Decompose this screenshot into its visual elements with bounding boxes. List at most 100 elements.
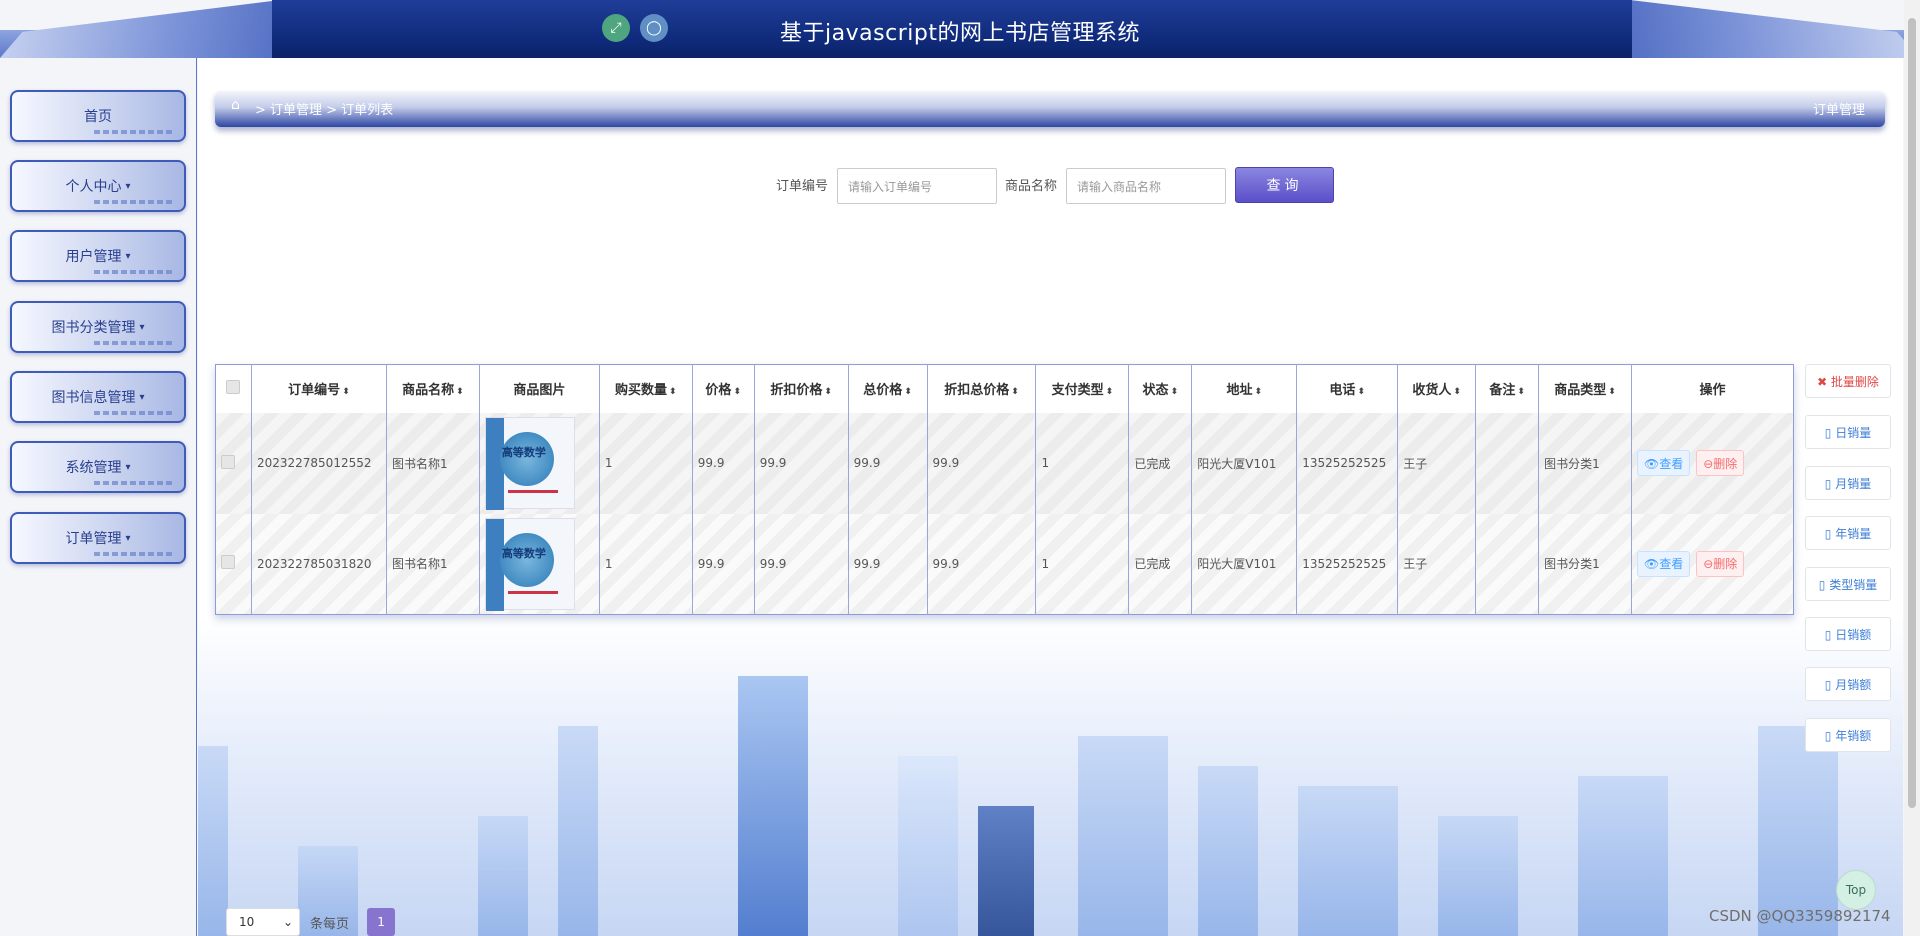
sidebar-item-system[interactable]: 系统管理 ▾ (10, 441, 186, 493)
sidebar: 首页 个人中心 ▾ 用户管理 ▾ 图书分类管理 ▾ 图书信息管理 ▾ 系统管理 ▾ 订单管… (0, 58, 197, 936)
col-header[interactable]: 商品名称 ⬍ (385, 364, 480, 413)
building (898, 756, 958, 936)
product-name-input[interactable]: 请输入商品名称 (1066, 168, 1226, 204)
sort-icon[interactable]: ⬍ (1106, 387, 1114, 397)
view-button[interactable]: 👁查看 (1636, 450, 1691, 476)
cell-disc-price: 99.9 (753, 513, 849, 615)
chevron-down-icon: ▾ (139, 321, 145, 333)
checkbox[interactable] (221, 454, 235, 469)
cell-image: 高等数学 (478, 412, 600, 514)
sort-icon[interactable]: ⬍ (456, 387, 464, 397)
sort-icon[interactable]: ⬍ (342, 387, 350, 397)
breadcrumb-path: > 订单管理 > 订单列表 (255, 103, 394, 118)
type-sales-button[interactable]: ▯ 类型销量 (1805, 567, 1891, 601)
sort-icon[interactable]: ⬍ (904, 387, 912, 397)
cell-disc-total: 99.9 (926, 513, 1036, 615)
col-header[interactable]: 折扣价格 ⬍ (753, 364, 849, 413)
sidebar-item-book-info[interactable]: 图书信息管理 ▾ (10, 371, 186, 423)
col-header[interactable]: 收货人 ⬍ (1397, 364, 1476, 413)
building (478, 816, 528, 936)
col-header[interactable]: 商品类型 ⬍ (1538, 364, 1632, 413)
sort-icon[interactable]: ⬍ (1453, 387, 1461, 397)
cell-address: 阳光大厦V101 (1191, 513, 1297, 615)
search-button[interactable]: 查询 (1235, 167, 1334, 203)
daily-revenue-button[interactable]: ▯ 日销额 (1805, 617, 1891, 651)
per-page-label: 条每页 (310, 916, 350, 932)
page-number-button[interactable]: 1 (367, 908, 396, 936)
row-select[interactable] (215, 513, 252, 615)
delete-button[interactable]: ⊖删除 (1696, 550, 1745, 577)
page-size-select[interactable]: 10 ⌄ (226, 908, 300, 936)
building (1298, 786, 1398, 936)
watermark: CSDN @QQ3359892174 (1709, 907, 1891, 925)
col-header[interactable]: 折扣总价格 ⬍ (926, 364, 1036, 413)
chevron-down-icon: ▾ (125, 532, 131, 544)
cell-pay-type: 1 (1035, 412, 1129, 514)
order-no-label: 订单编号 (776, 179, 829, 194)
cell-remark (1475, 513, 1539, 615)
building (198, 746, 228, 936)
sort-icon[interactable]: ⬍ (669, 387, 677, 397)
building (1078, 736, 1168, 936)
sidebar-item-book-category[interactable]: 图书分类管理 ▾ (10, 301, 186, 353)
monthly-sales-button[interactable]: ▯ 月销量 (1805, 466, 1891, 500)
batch-delete-button[interactable]: ✖ 批量删除 (1805, 364, 1891, 398)
scrollbar[interactable] (1904, 0, 1920, 936)
col-header: 商品图片 (478, 364, 600, 413)
col-header[interactable]: 状态 ⬍ (1128, 364, 1192, 413)
cover-title: 高等数学 (501, 546, 546, 560)
home-icon[interactable]: ⌂ (231, 97, 247, 113)
sort-icon[interactable]: ⬍ (1011, 387, 1019, 397)
sort-icon[interactable]: ⬍ (1608, 387, 1616, 397)
sidebar-item-personal[interactable]: 个人中心 ▾ (10, 160, 186, 212)
chevron-down-icon: ▾ (125, 250, 131, 262)
sidebar-item-users[interactable]: 用户管理 ▾ (10, 230, 186, 282)
sidebar-item-label: 图书分类管理 (51, 320, 136, 336)
chevron-down-icon: ⌄ (282, 915, 293, 929)
col-header: 操作 (1630, 364, 1794, 413)
back-to-top-button[interactable]: Top (1836, 870, 1876, 910)
order-table: 订单编号 ⬍ 商品名称 ⬍ 商品图片 购买数量 ⬍ 价格 ⬍ 折扣价格 ⬍ 总价格 ⬍ 折扣… (215, 364, 1794, 615)
pagination: 10 ⌄ 条每页 1 (226, 908, 396, 936)
sort-icon[interactable]: ⬍ (1517, 387, 1525, 397)
checkbox[interactable] (221, 555, 235, 570)
decor-bars (94, 200, 174, 204)
select-all[interactable] (216, 365, 252, 413)
sort-icon[interactable]: ⬍ (1171, 387, 1179, 397)
yearly-revenue-button[interactable]: ▯ 年销额 (1805, 718, 1891, 752)
sort-icon[interactable]: ⬍ (1357, 387, 1365, 397)
checkbox[interactable] (226, 379, 241, 394)
col-header[interactable]: 价格 ⬍ (691, 364, 755, 413)
cell-category: 图书分类1 (1538, 412, 1632, 514)
decor-bars (94, 552, 174, 556)
col-header[interactable]: 购买数量 ⬍ (598, 364, 693, 413)
cell-name: 图书名称1 (385, 412, 480, 514)
order-no-input[interactable]: 请输入订单编号 (837, 168, 997, 204)
row-select[interactable] (215, 412, 252, 514)
col-header[interactable]: 总价格 ⬍ (847, 364, 928, 413)
sort-icon[interactable]: ⬍ (733, 387, 741, 397)
col-header[interactable]: 订单编号 ⬍ (250, 364, 387, 413)
sort-icon[interactable]: ⬍ (824, 387, 832, 397)
decor-bars (94, 411, 174, 415)
col-header[interactable]: 备注 ⬍ (1475, 364, 1539, 413)
user-icon[interactable]: ◯ (640, 14, 668, 42)
col-header[interactable]: 支付类型 ⬍ (1035, 364, 1129, 413)
monthly-revenue-button[interactable]: ▯ 月销额 (1805, 667, 1891, 701)
yearly-sales-button[interactable]: ▯ 年销量 (1805, 516, 1891, 550)
scrollbar-thumb[interactable] (1908, 18, 1916, 808)
cell-status: 已完成 (1128, 513, 1192, 615)
delete-button[interactable]: ⊖删除 (1696, 450, 1745, 476)
col-header[interactable]: 电话 ⬍ (1296, 364, 1398, 413)
book-cover-image: 高等数学 (484, 517, 575, 611)
sidebar-item-orders[interactable]: 订单管理 ▾ (10, 512, 186, 564)
sort-icon[interactable]: ⬍ (1254, 387, 1262, 397)
view-button[interactable]: 👁查看 (1636, 550, 1691, 577)
sidebar-item-home[interactable]: 首页 (10, 90, 186, 142)
cell-order-no: 202322785012552 (250, 412, 387, 514)
cell-image: 高等数学 (478, 513, 600, 615)
daily-sales-button[interactable]: ▯ 日销量 (1805, 415, 1891, 449)
fullscreen-icon[interactable]: ⤢ (602, 14, 630, 42)
col-header[interactable]: 地址 ⬍ (1191, 364, 1297, 413)
main-content: ⌂ > 订单管理 > 订单列表 订单管理 订单编号 请输入订单编号 商品名称 请… (198, 58, 1903, 936)
